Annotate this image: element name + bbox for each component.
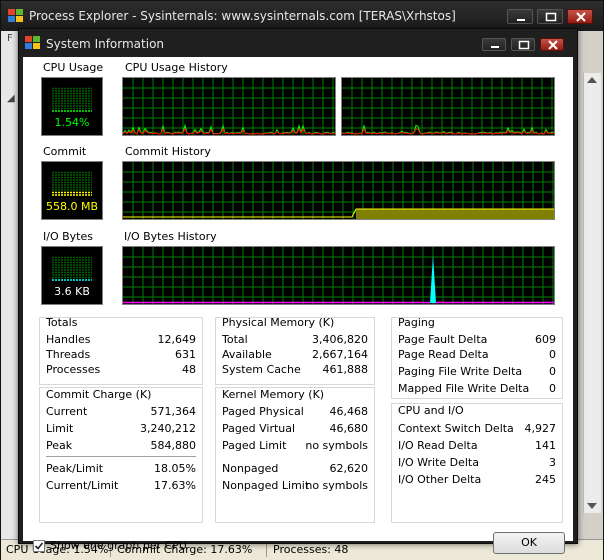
checkmark-icon xyxy=(34,542,44,550)
tree-expand-glyph: ◢ xyxy=(7,93,15,104)
commit-charge-row: Current 571,364 xyxy=(46,405,196,418)
main-maximize-button[interactable] xyxy=(537,9,563,24)
kernel-memory-row: Paged Physical 46,468 xyxy=(222,405,368,418)
paging-group: Paging Page Fault Delta 609 Page Read Del… xyxy=(391,316,563,399)
minimize-icon xyxy=(517,19,525,21)
commit-label: Commit xyxy=(43,145,87,158)
io-spike-series xyxy=(430,255,436,303)
totals-row: Processes 48 xyxy=(46,363,196,376)
close-icon xyxy=(548,40,558,50)
physical-memory-row: System Cache 461,888 xyxy=(222,363,368,376)
windows-logo-icon xyxy=(25,36,41,50)
commit-charge-row: Peak 584,880 xyxy=(46,439,196,452)
commit-meter: 558.0 MB xyxy=(41,161,103,220)
cpu-history-graph-1 xyxy=(122,77,336,136)
paging-title: Paging xyxy=(398,316,435,329)
io-meter-value: 3.6 KB xyxy=(54,285,90,298)
cpu-history-label: CPU Usage History xyxy=(125,61,228,74)
commit-ratio-row: Current/Limit 17.63% xyxy=(46,479,196,492)
main-window-title: Process Explorer - Sysinternals: www.sys… xyxy=(29,9,456,23)
totals-row: Threads 631 xyxy=(46,348,196,361)
main-minimize-button[interactable] xyxy=(507,9,533,24)
dialog-minimize-button[interactable] xyxy=(482,38,506,51)
paging-row: Mapped File Write Delta 0 xyxy=(398,382,556,395)
main-titlebar[interactable]: Process Explorer - Sysinternals: www.sys… xyxy=(1,1,603,31)
kernel-memory-title: Kernel Memory (K) xyxy=(222,388,325,401)
maximize-icon xyxy=(518,40,530,50)
commit-area-series xyxy=(356,209,554,219)
commit-history-graph xyxy=(122,161,555,220)
physical-memory-row: Total 3,406,820 xyxy=(222,333,368,346)
physical-memory-row: Available 2,667,164 xyxy=(222,348,368,361)
status-processes: Processes: 48 xyxy=(273,543,349,556)
dialog-body: CPU Usage CPU Usage History Commit Commi… xyxy=(23,57,573,554)
graph-grid xyxy=(342,78,554,135)
cpu-usage-meter: 1.54% xyxy=(41,77,103,136)
dialog-maximize-button[interactable] xyxy=(511,38,535,51)
io-history-label: I/O Bytes History xyxy=(124,230,217,243)
process-list-scrollbar[interactable] xyxy=(583,73,601,513)
cpu-history-graph-2 xyxy=(341,77,555,136)
cpu-io-title: CPU and I/O xyxy=(398,404,464,417)
dialog-close-button[interactable] xyxy=(540,38,564,51)
commit-charge-row: Limit 3,240,212 xyxy=(46,422,196,435)
io-history-graph xyxy=(122,246,555,305)
cpu-io-row: Context Switch Delta 4,927 xyxy=(398,422,556,435)
physical-memory-group: Physical Memory (K) Total 3,406,820 Avail… xyxy=(215,316,375,385)
windows-logo-icon xyxy=(8,9,24,23)
cpu-usage-label: CPU Usage xyxy=(43,61,104,74)
show-one-graph-per-cpu-checkbox[interactable] xyxy=(33,540,45,552)
scroll-down-icon[interactable] xyxy=(587,503,597,509)
cpu-meter-value: 1.54% xyxy=(54,116,90,129)
commit-history-label: Commit History xyxy=(125,145,211,158)
commit-charge-group: Commit Charge (K) Current 571,364 Limit 3,… xyxy=(39,387,203,523)
paging-row: Page Read Delta 0 xyxy=(398,348,556,361)
totals-title: Totals xyxy=(46,316,78,329)
cpu-io-row: I/O Write Delta 3 xyxy=(398,456,556,469)
commit-charge-title: Commit Charge (K) xyxy=(46,388,152,401)
cpu-io-group: CPU and I/O Context Switch Delta 4,927 I/… xyxy=(391,403,563,523)
scroll-up-icon[interactable] xyxy=(587,77,597,83)
close-icon xyxy=(576,12,586,22)
graph-grid xyxy=(123,247,554,304)
paging-row: Paging File Write Delta 0 xyxy=(398,365,556,378)
dialog-title: System Information xyxy=(46,37,165,51)
kernel-memory-row: Nonpaged Limit no symbols xyxy=(222,479,368,492)
cpu-io-row: I/O Other Delta 245 xyxy=(398,473,556,486)
menu-fragment: F xyxy=(7,33,13,44)
maximize-icon xyxy=(545,12,557,22)
dialog-titlebar[interactable]: System Information xyxy=(19,29,577,57)
ok-button[interactable]: OK xyxy=(493,532,565,554)
commit-meter-value: 558.0 MB xyxy=(45,200,99,213)
physical-memory-title: Physical Memory (K) xyxy=(222,316,335,329)
main-close-button[interactable] xyxy=(567,9,593,24)
commit-ratio-row: Peak/Limit 18.05% xyxy=(46,462,196,475)
io-meter-bars xyxy=(52,256,92,281)
kernel-memory-group: Kernel Memory (K) Paged Physical 46,468 P… xyxy=(215,387,375,523)
io-meter: 3.6 KB xyxy=(41,246,103,305)
cpu-meter-bars xyxy=(52,87,92,112)
totals-row: Handles 12,649 xyxy=(46,333,196,346)
totals-group: Totals Handles 12,649 Threads 631 Processe… xyxy=(39,316,203,385)
kernel-memory-row: Paged Limit no symbols xyxy=(222,439,368,452)
system-information-dialog: System Information CPU Usage CPU Usage H… xyxy=(18,28,578,554)
cpu-io-row: I/O Read Delta 141 xyxy=(398,439,556,452)
minimize-icon xyxy=(491,46,499,48)
kernel-memory-row: Paged Virtual 46,680 xyxy=(222,422,368,435)
kernel-memory-row: Nonpaged 62,620 xyxy=(222,462,368,475)
io-bytes-label: I/O Bytes xyxy=(43,230,93,243)
commit-meter-bars xyxy=(52,171,92,196)
show-one-graph-per-cpu-label[interactable]: Show one graph per CPU xyxy=(50,539,187,552)
paging-row: Page Fault Delta 609 xyxy=(398,333,556,346)
